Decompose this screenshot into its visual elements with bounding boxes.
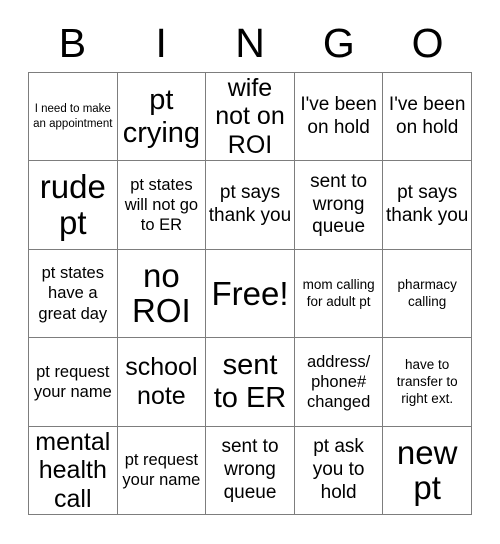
bingo-cell-label: new pt	[396, 433, 458, 507]
bingo-cell[interactable]: pt request your name	[29, 338, 118, 427]
bingo-cell-label: I need to make an appointment	[33, 102, 113, 130]
bingo-cell[interactable]: no ROI	[117, 249, 207, 339]
bingo-cell-label: I've been on hold	[388, 93, 466, 138]
bingo-cell-label: school note	[125, 353, 198, 410]
header-letter-i: I	[155, 19, 167, 66]
bingo-cell-label: pt ask you to hold	[312, 436, 365, 503]
bingo-cell-label: wife not on ROI	[215, 73, 285, 159]
bingo-cell[interactable]: wife not on ROI	[206, 73, 295, 162]
bingo-cell-label: pt states will not go to ER	[124, 175, 199, 235]
bingo-cell[interactable]: Free!	[206, 249, 295, 339]
bingo-cell-label: pt request your name	[122, 451, 201, 490]
bingo-cell[interactable]: I've been on hold	[383, 73, 472, 162]
bingo-cell-label: pt request your name	[33, 362, 112, 401]
bingo-cell[interactable]: sent to wrong queue	[206, 426, 295, 515]
bingo-cell-label: pt crying	[122, 84, 201, 149]
bingo-cell[interactable]: school note	[117, 338, 207, 427]
bingo-cell[interactable]: mom calling for adult pt	[294, 249, 384, 339]
bingo-cell-label: mental health call	[35, 427, 111, 513]
bingo-cell[interactable]: pt states have a great day	[29, 249, 118, 339]
bingo-cell[interactable]: address/ phone# changed	[294, 338, 384, 427]
bingo-header: B I N G O	[28, 14, 472, 72]
bingo-cell-label: address/ phone# changed	[306, 352, 371, 411]
bingo-cell-label: pharmacy calling	[397, 277, 457, 310]
bingo-cell[interactable]: pt request your name	[117, 426, 207, 515]
bingo-cell[interactable]: pt says thank you	[206, 161, 295, 250]
bingo-cell[interactable]: I need to make an appointment	[29, 73, 118, 162]
bingo-cell-label: no ROI	[132, 256, 191, 330]
bingo-cell-label: mom calling for adult pt	[302, 277, 375, 310]
bingo-cell-label: have to transfer to right ext.	[396, 357, 458, 407]
bingo-cell[interactable]: pt says thank you	[383, 161, 472, 250]
bingo-cell[interactable]: pt ask you to hold	[294, 426, 384, 515]
bingo-cell-label: sent to wrong queue	[221, 436, 279, 503]
bingo-cell[interactable]: sent to ER	[206, 338, 295, 427]
bingo-cell-label: pt says thank you	[208, 182, 292, 227]
bingo-cell[interactable]: rude pt	[29, 161, 118, 250]
bingo-cell[interactable]: have to transfer to right ext.	[383, 338, 472, 427]
bingo-cell-label: sent to ER	[213, 349, 287, 414]
bingo-cell-label: sent to wrong queue	[310, 170, 368, 238]
bingo-cell-label: rude pt	[39, 168, 106, 242]
bingo-grid: I need to make an appointment pt crying wi…	[28, 72, 472, 515]
header-letter-b: B	[58, 19, 87, 66]
bingo-card: B I N G O I need to make an appointment p…	[0, 0, 500, 544]
bingo-cell[interactable]: sent to wrong queue	[294, 161, 384, 250]
bingo-cell[interactable]: pt states will not go to ER	[117, 161, 207, 250]
bingo-cell[interactable]: I've been on hold	[294, 73, 384, 162]
bingo-cell[interactable]: mental health call	[29, 426, 118, 515]
bingo-cell-label: pt says thank you	[385, 182, 469, 227]
header-letter-n: N	[235, 19, 265, 66]
bingo-cell-label: I've been on hold	[300, 93, 377, 138]
bingo-cell[interactable]: pharmacy calling	[383, 249, 472, 339]
bingo-cell-label: pt states have a great day	[38, 264, 108, 323]
header-letter-o: O	[411, 19, 444, 66]
bingo-cell[interactable]: pt crying	[117, 73, 207, 162]
bingo-cell-label: Free!	[211, 274, 289, 312]
header-letter-g: G	[322, 19, 355, 66]
bingo-cell[interactable]: new pt	[383, 426, 472, 515]
